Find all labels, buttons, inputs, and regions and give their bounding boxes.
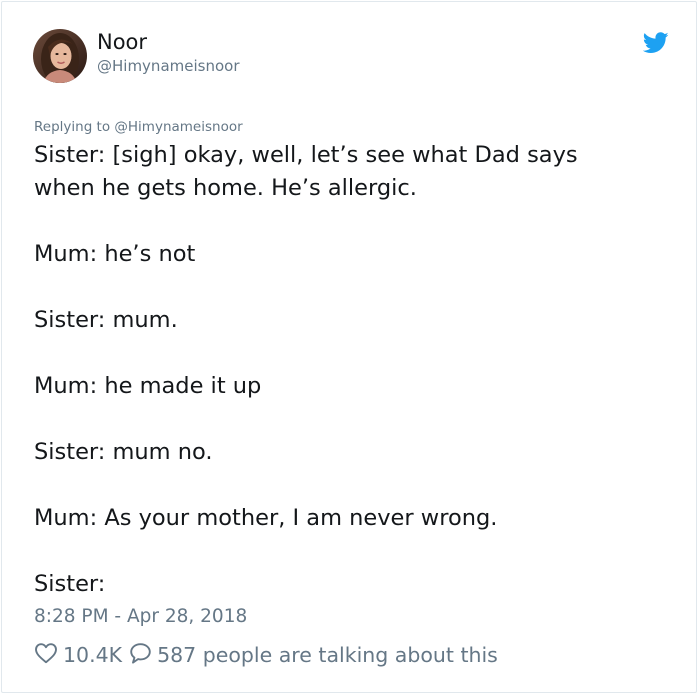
replying-handle-link[interactable]: @Himynameisnoor	[114, 119, 242, 135]
tweet-line: Sister: mum.	[34, 307, 178, 333]
twitter-bird-icon[interactable]	[642, 32, 669, 54]
tweet-line	[34, 403, 674, 436]
comments-label: 587 people are talking about this	[157, 643, 498, 667]
user-handle[interactable]: @Himynameisnoor	[97, 56, 240, 76]
tweet-line	[34, 205, 674, 238]
tweet-line: Sister: [sigh] okay, well, let’s see wha…	[34, 142, 578, 168]
tweet-card: Noor @Himynameisnoor Replying to @Himyna…	[1, 1, 697, 693]
tweet-line: when he gets home. He’s allergic.	[34, 175, 417, 201]
like-button[interactable]: 10.4K	[34, 642, 129, 669]
speech-bubble-icon	[129, 642, 152, 669]
tweet-line	[34, 469, 674, 502]
tweet-timestamp[interactable]: 8:28 PM - Apr 28, 2018	[34, 605, 247, 629]
tweet-line: Mum: he made it up	[34, 373, 262, 399]
like-count: 10.4K	[63, 643, 123, 667]
tweet-line	[34, 337, 674, 370]
tweet-text: Sister: [sigh] okay, well, let’s see wha…	[34, 139, 674, 601]
tweet-line: Sister:	[34, 571, 106, 597]
tweet-line: Mum: As your mother, I am never wrong.	[34, 505, 498, 531]
user-avatar[interactable]	[33, 29, 87, 83]
user-name[interactable]: Noor	[97, 29, 147, 55]
tweet-line	[34, 535, 674, 568]
tweet-line: Mum: he’s not	[34, 241, 196, 267]
avatar-photo	[33, 29, 87, 83]
replying-prefix: Replying to	[34, 119, 111, 135]
tweet-line	[34, 271, 674, 304]
tweet-line: Sister: mum no.	[34, 439, 213, 465]
comments-button[interactable]: 587 people are talking about this	[129, 642, 498, 669]
tweet-actions: 10.4K 587 people are talking about this	[34, 641, 498, 669]
replying-to: Replying to @Himynameisnoor	[34, 118, 243, 136]
heart-icon	[34, 642, 58, 669]
